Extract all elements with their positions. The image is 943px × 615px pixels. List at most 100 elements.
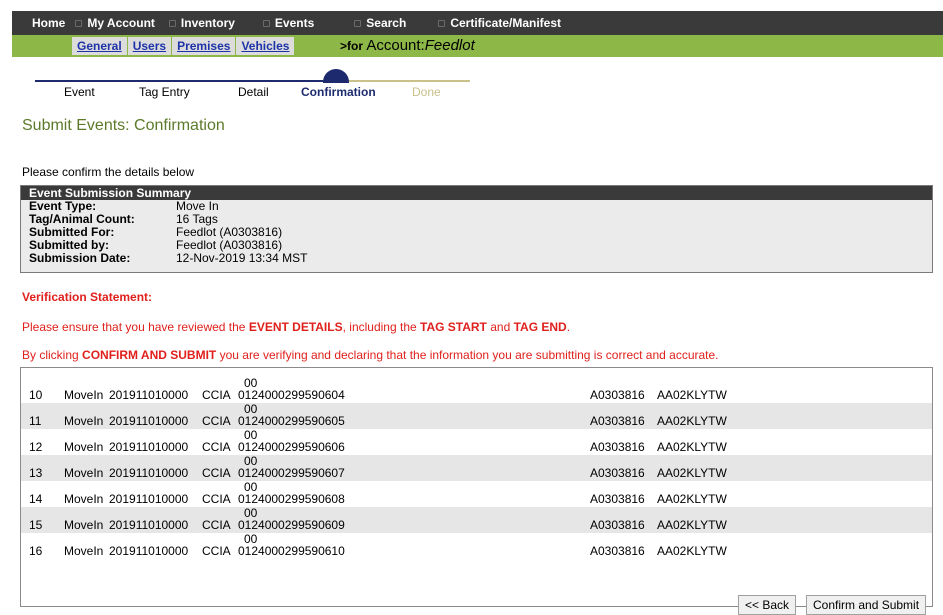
auth-code: AA02KLYTW xyxy=(657,440,727,454)
table-row: 16 MoveIn 201911010000 CCIA 00 0124000299… xyxy=(21,533,932,559)
nav-search[interactable]: Search xyxy=(354,11,406,35)
event-date: 201911010000 xyxy=(109,388,189,402)
row-number: 16 xyxy=(29,544,43,558)
nav-dot-icon xyxy=(168,19,176,27)
summary-row: Submission Date: 12-Nov-2019 13:34 MST xyxy=(21,252,932,265)
verif-text: By clicking xyxy=(22,348,83,362)
back-button[interactable]: << Back xyxy=(738,595,797,615)
auth-code: AA02KLYTW xyxy=(657,518,727,532)
subnav-vehicles-link[interactable]: Vehicles xyxy=(236,37,296,55)
verif-text: you are verifying and declaring that the… xyxy=(216,348,719,362)
nav-certificate-manifest[interactable]: Certificate/Manifest xyxy=(438,11,561,35)
tag-org: CCIA xyxy=(202,466,231,480)
nav-home-label: Home xyxy=(32,16,66,30)
verif-text: and xyxy=(486,320,514,334)
tag-number: 00 0124000299590607 xyxy=(238,455,345,479)
summary-value: 12-Nov-2019 13:34 MST xyxy=(176,251,308,265)
event-date: 201911010000 xyxy=(109,466,189,480)
summary-row: Event Type: Move In xyxy=(21,200,932,213)
nav-home[interactable]: Home xyxy=(32,11,65,35)
verif-text: Please ensure that you have reviewed the xyxy=(22,320,249,334)
table-row: 11 MoveIn 201911010000 CCIA 00 0124000299… xyxy=(21,403,932,429)
auth-code: AA02KLYTW xyxy=(657,466,727,480)
step-done: Done xyxy=(412,85,441,99)
nav-events-label: Events xyxy=(274,16,315,30)
intro-text: Please confirm the details below xyxy=(22,165,195,179)
table-row: 15 MoveIn 201911010000 CCIA 00 0124000299… xyxy=(21,507,932,533)
tag-org: CCIA xyxy=(202,544,231,558)
progress-line-done xyxy=(35,80,335,82)
subnav-links: General Users Premises Vehicles xyxy=(72,37,296,55)
tag-number: 00 0124000299590604 xyxy=(238,377,345,401)
subnav-general-link[interactable]: General xyxy=(72,37,128,55)
tag-id: 0124000299590608 xyxy=(238,492,345,506)
summary-row: Submitted For: Feedlot (A0303816) xyxy=(21,226,932,239)
premises-id: A0303816 xyxy=(590,466,645,480)
table-row: 10 MoveIn 201911010000 CCIA 00 0124000299… xyxy=(21,377,932,403)
event-type: MoveIn xyxy=(64,414,104,428)
summary-row: Tag/Animal Count: 16 Tags xyxy=(21,213,932,226)
nav-events[interactable]: Events xyxy=(262,11,315,35)
verif-text: . xyxy=(566,320,571,334)
account-name: Feedlot xyxy=(424,37,475,54)
verif-emph: EVENT DETAILS xyxy=(248,320,343,334)
premises-id: A0303816 xyxy=(590,492,645,506)
subnav-premises-link[interactable]: Premises xyxy=(172,37,237,55)
nav-dot-icon xyxy=(262,19,270,27)
verif-emph: TAG END xyxy=(513,320,567,334)
auth-code: AA02KLYTW xyxy=(657,414,727,428)
progress-line-future xyxy=(335,80,470,82)
tag-org: CCIA xyxy=(202,388,231,402)
subnav-users-link[interactable]: Users xyxy=(127,37,173,55)
for-label: >for xyxy=(340,39,364,53)
event-type: MoveIn xyxy=(64,492,104,506)
premises-id: A0303816 xyxy=(590,414,645,428)
premises-id: A0303816 xyxy=(590,440,645,454)
account-context: >for Account:Feedlot xyxy=(340,37,475,55)
verif-emph: TAG START xyxy=(420,320,487,334)
premises-id: A0303816 xyxy=(590,388,645,402)
nav-dot-icon xyxy=(75,19,83,27)
verification-line-2: By clicking CONFIRM AND SUBMIT you are v… xyxy=(22,348,719,362)
step-confirmation: Confirmation xyxy=(301,85,376,99)
event-type: MoveIn xyxy=(64,466,104,480)
row-number: 14 xyxy=(29,492,43,506)
summary-title: Event Submission Summary xyxy=(21,186,932,200)
event-date: 201911010000 xyxy=(109,414,189,428)
tag-number: 00 0124000299590605 xyxy=(238,403,345,427)
step-tag-entry: Tag Entry xyxy=(139,85,190,99)
table-row: 13 MoveIn 201911010000 CCIA 00 0124000299… xyxy=(21,455,932,481)
tag-org: CCIA xyxy=(202,414,231,428)
page-title: Submit Events: Confirmation xyxy=(22,117,225,134)
nav-my-account-label: My Account xyxy=(87,16,155,30)
tag-number: 00 0124000299590610 xyxy=(238,533,345,557)
table-row: 14 MoveIn 201911010000 CCIA 00 0124000299… xyxy=(21,481,932,507)
row-number: 11 xyxy=(29,414,42,428)
event-type: MoveIn xyxy=(64,544,104,558)
verif-text: , including the xyxy=(342,320,420,334)
verification-heading: Verification Statement: xyxy=(22,290,153,304)
table-row: 12 MoveIn 201911010000 CCIA 00 0124000299… xyxy=(21,429,932,455)
auth-code: AA02KLYTW xyxy=(657,544,727,558)
event-type: MoveIn xyxy=(64,440,104,454)
event-date: 201911010000 xyxy=(109,518,189,532)
verification-line-1: Please ensure that you have reviewed the… xyxy=(22,320,570,334)
tag-org: CCIA xyxy=(202,518,231,532)
event-submission-summary: Event Submission Summary Event Type: Mov… xyxy=(20,185,933,273)
nav-dot-icon xyxy=(354,19,362,27)
tag-id: 0124000299590610 xyxy=(238,544,345,558)
current-step-marker-icon xyxy=(323,69,349,83)
event-date: 201911010000 xyxy=(109,492,189,506)
tag-number: 00 0124000299590609 xyxy=(238,507,345,531)
confirm-and-submit-button[interactable]: Confirm and Submit xyxy=(806,595,927,615)
tag-id: 0124000299590606 xyxy=(238,440,345,454)
nav-inventory[interactable]: Inventory xyxy=(168,11,235,35)
tag-table[interactable]: 10 MoveIn 201911010000 CCIA 00 0124000299… xyxy=(20,367,933,607)
nav-inventory-label: Inventory xyxy=(180,16,235,30)
top-nav: Home My Account Inventory Events Search … xyxy=(12,11,943,35)
nav-certificate-manifest-label: Certificate/Manifest xyxy=(450,16,562,30)
row-number: 13 xyxy=(29,466,43,480)
tag-id: 0124000299590607 xyxy=(238,466,345,480)
nav-my-account[interactable]: My Account xyxy=(75,11,155,35)
summary-label: Submission Date: xyxy=(29,251,131,265)
